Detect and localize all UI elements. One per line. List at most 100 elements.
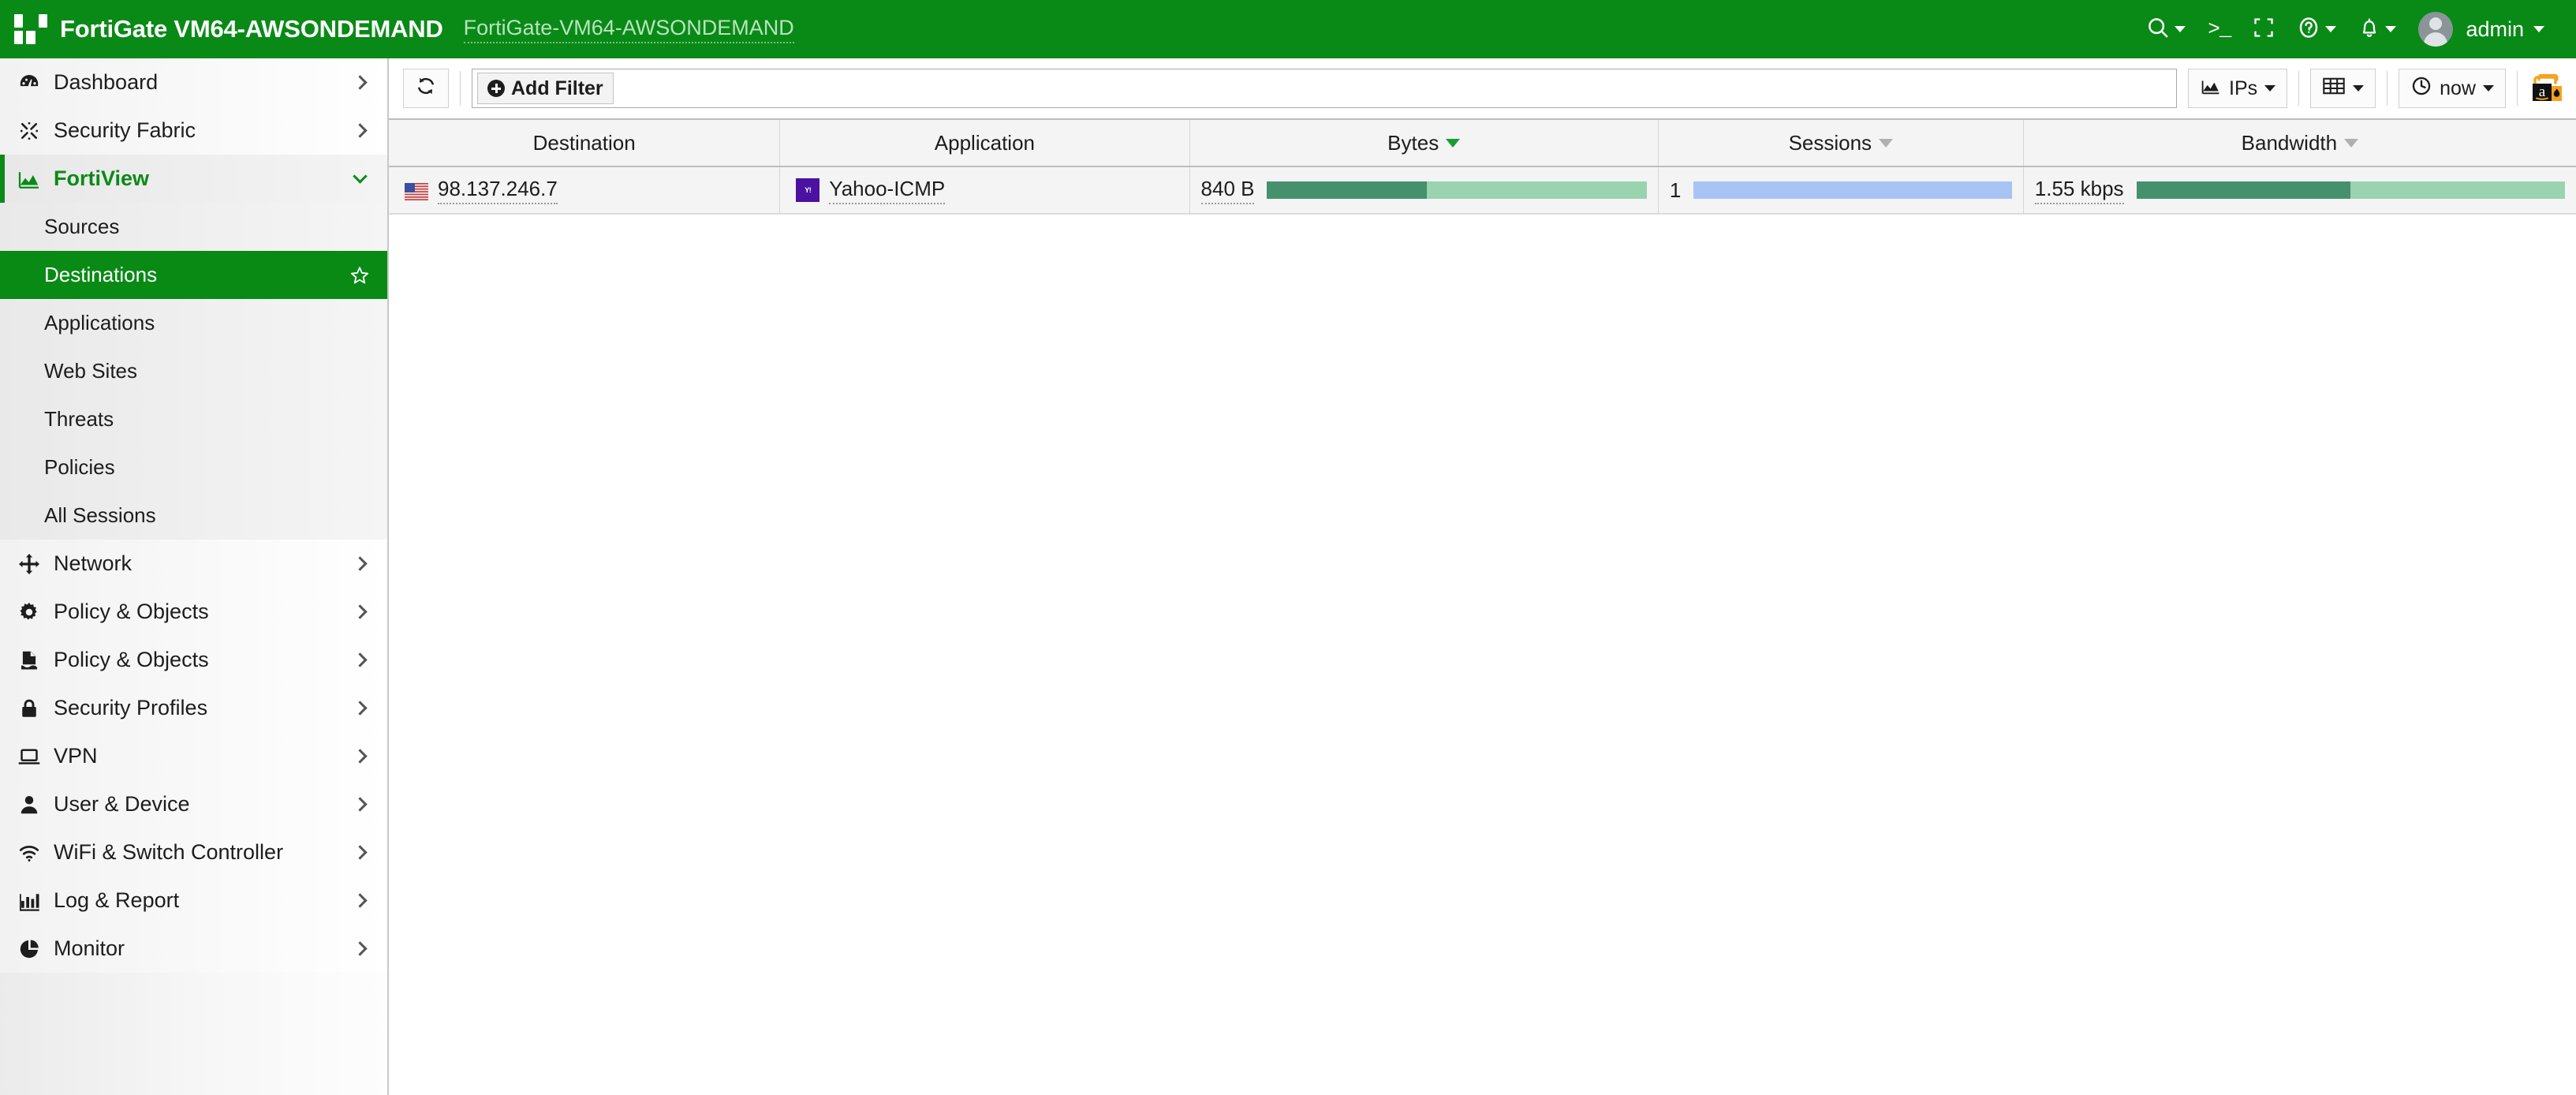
sidebar-subitem-label: Sources: [44, 215, 370, 239]
sidebar-item-destinations[interactable]: Destinations: [0, 251, 387, 299]
bytes-bar: [1267, 181, 1646, 199]
chevron-right-icon: [353, 893, 367, 907]
sort-descending-icon: [1446, 139, 1460, 148]
refresh-button[interactable]: [403, 69, 449, 108]
sidebar-item-system[interactable]: Policy & Objects: [0, 588, 387, 636]
fullscreen-button[interactable]: [2242, 12, 2286, 47]
search-button[interactable]: [2135, 11, 2197, 48]
sidebar-item-web-sites[interactable]: Web Sites: [0, 347, 387, 395]
aws-fortigate-icon[interactable]: a: [2529, 70, 2565, 107]
sidebar-item-security-fabric[interactable]: Security Fabric: [0, 107, 387, 155]
sidebar-item-fortiview[interactable]: FortiView: [0, 155, 387, 203]
help-icon: [2297, 16, 2320, 43]
header-actions: >_: [2135, 7, 2555, 51]
sidebar-item-user-device[interactable]: User & Device: [0, 780, 387, 828]
chevron-right-icon: [353, 941, 367, 955]
sidebar-item-label: Policy & Objects: [54, 648, 355, 672]
chevron-down-icon: [2385, 26, 2396, 32]
chevron-down-icon: [2264, 85, 2275, 92]
column-header-bandwidth[interactable]: Bandwidth: [2023, 119, 2576, 166]
search-icon: [2146, 16, 2170, 43]
bytes-value[interactable]: 840 B: [1201, 177, 1255, 204]
sidebar-item-sources[interactable]: Sources: [0, 203, 387, 251]
sidebar-item-vpn[interactable]: VPN: [0, 732, 387, 780]
column-header-bytes[interactable]: Bytes: [1189, 119, 1658, 166]
chevron-right-icon: [353, 845, 367, 859]
chevron-right-icon: [353, 749, 367, 763]
chevron-right-icon: [353, 604, 367, 619]
add-filter-label: Add Filter: [511, 77, 603, 100]
notifications-button[interactable]: [2347, 11, 2407, 48]
cell-sessions: 1: [1658, 166, 2023, 214]
chevron-right-icon: [353, 797, 367, 811]
destinations-table: Destination Application Bytes: [389, 118, 2576, 215]
chevron-right-icon: [353, 652, 367, 667]
sidebar-subitem-label: Policies: [44, 455, 370, 480]
sidebar-item-policies[interactable]: Policies: [0, 443, 387, 491]
sidebar-item-label: VPN: [54, 744, 355, 768]
sidebar-subitem-label: Destinations: [44, 263, 349, 287]
refresh-icon: [415, 75, 437, 103]
sidebar-item-monitor[interactable]: Monitor: [0, 925, 387, 973]
main-content: Add Filter IPs: [389, 58, 2576, 1095]
toolbar-divider: [2517, 71, 2518, 106]
chevron-right-icon: [353, 123, 367, 137]
fullscreen-icon: [2253, 17, 2275, 43]
sort-descending-icon: [1879, 139, 1893, 148]
sidebar-item-all-sessions[interactable]: All Sessions: [0, 491, 387, 540]
column-header-destination[interactable]: Destination: [389, 119, 780, 166]
app-header: FortiGate VM64-AWSONDEMAND FortiGate-VM6…: [0, 0, 2576, 58]
application-label[interactable]: Yahoo-ICMP: [829, 177, 945, 204]
sidebar-subitem-label: Applications: [44, 311, 370, 335]
sidebar-subitem-label: All Sessions: [44, 503, 370, 528]
help-button[interactable]: [2286, 11, 2347, 48]
sidebar-item-threats[interactable]: Threats: [0, 395, 387, 443]
user-menu-button[interactable]: admin: [2407, 7, 2555, 51]
cell-destination[interactable]: 98.137.246.7: [389, 166, 780, 214]
laptop-icon: [13, 745, 46, 768]
sidebar-item-label: Security Profiles: [54, 696, 355, 720]
table-row[interactable]: 98.137.246.7 Y! Yahoo-ICMP 840 B: [389, 166, 2576, 214]
sidebar-item-label: WiFi & Switch Controller: [54, 840, 355, 865]
cli-console-button[interactable]: >_: [2197, 13, 2242, 46]
sidebar-item-policy-objects[interactable]: Policy & Objects: [0, 636, 387, 684]
gear-icon: [13, 600, 46, 624]
table-view-dropdown[interactable]: [2310, 69, 2376, 108]
time-range-label: now: [2440, 77, 2476, 100]
wifi-icon: [13, 841, 46, 865]
view-selector-dropdown[interactable]: IPs: [2188, 69, 2287, 108]
bandwidth-bar: [2137, 181, 2565, 199]
sidebar-item-security-profiles[interactable]: Security Profiles: [0, 684, 387, 732]
sort-descending-icon: [2344, 139, 2358, 148]
column-header-sessions[interactable]: Sessions: [1658, 119, 2023, 166]
sidebar-item-applications[interactable]: Applications: [0, 299, 387, 347]
sidebar-item-log-report[interactable]: Log & Report: [0, 876, 387, 925]
user-icon: [13, 793, 46, 817]
sidebar-item-label: FortiView: [54, 166, 355, 191]
chevron-down-icon: [2175, 26, 2186, 32]
column-label: Application: [935, 131, 1035, 155]
cell-application[interactable]: Y! Yahoo-ICMP: [780, 166, 1189, 214]
clock-icon: [2410, 75, 2432, 103]
sidebar-item-label: User & Device: [54, 792, 355, 817]
chevron-right-icon: [353, 556, 367, 570]
sidebar-item-network[interactable]: Network: [0, 540, 387, 588]
chevron-down-icon: [2353, 85, 2364, 92]
chart-area-icon: [2200, 76, 2222, 102]
time-range-dropdown[interactable]: now: [2399, 69, 2506, 108]
filter-bar[interactable]: Add Filter: [472, 69, 2177, 108]
avatar: [2418, 12, 2453, 47]
toolbar: Add Filter IPs: [389, 58, 2576, 118]
username-label: admin: [2466, 17, 2524, 42]
column-header-application[interactable]: Application: [780, 119, 1189, 166]
favorite-star-icon[interactable]: [349, 265, 370, 286]
cell-bandwidth: 1.55 kbps: [2023, 166, 2576, 214]
chevron-down-icon: [2533, 26, 2544, 32]
table-icon: [2322, 76, 2346, 102]
add-filter-button[interactable]: Add Filter: [477, 73, 614, 104]
sidebar-item-wifi-switch-controller[interactable]: WiFi & Switch Controller: [0, 828, 387, 876]
us-flag-icon: [405, 181, 428, 199]
bandwidth-value[interactable]: 1.55 kbps: [2035, 177, 2124, 204]
destination-ip-label[interactable]: 98.137.246.7: [438, 177, 558, 204]
sidebar-item-dashboard[interactable]: Dashboard: [0, 58, 387, 107]
